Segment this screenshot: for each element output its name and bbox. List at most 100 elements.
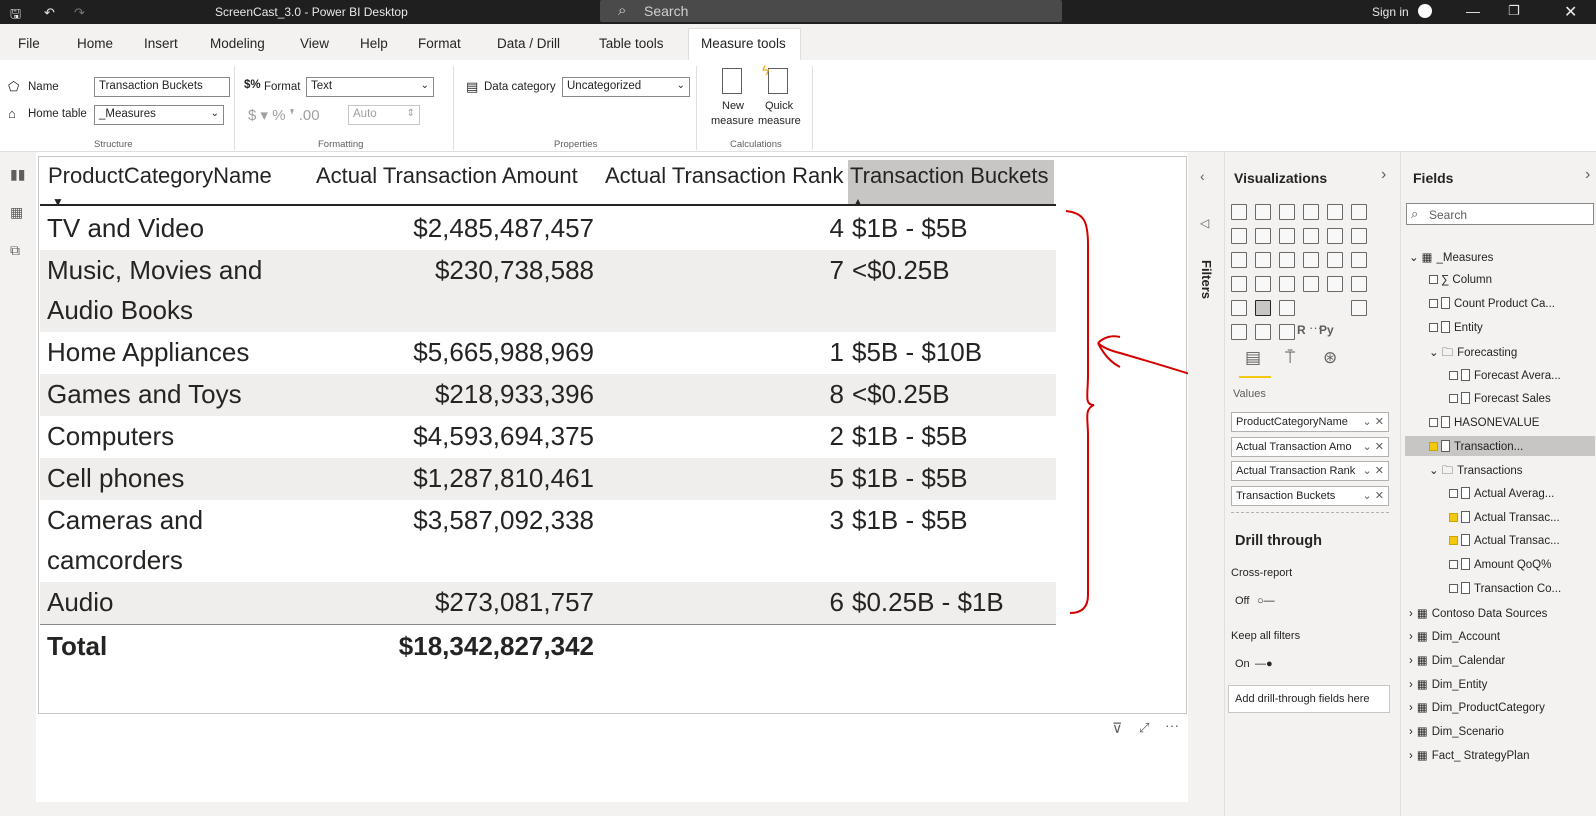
chevron-right-icon[interactable]: ›: [1585, 166, 1590, 184]
field-checkbox[interactable]: [1449, 489, 1458, 498]
filters-label[interactable]: Filters: [1199, 260, 1214, 299]
quick-calculator-icon[interactable]: [768, 68, 788, 94]
table-row[interactable]: TV and Video $2,485,487,457 4 $1B - $5B: [40, 208, 1056, 250]
fields-well-icon[interactable]: ▤: [1245, 348, 1261, 368]
tab-data-drill[interactable]: Data / Drill: [497, 36, 560, 51]
tab-help[interactable]: Help: [360, 36, 388, 51]
well-field-category[interactable]: ProductCategoryName ⌄ ✕: [1231, 412, 1389, 432]
visual-type-icon[interactable]: [1279, 252, 1295, 268]
field-checkbox[interactable]: [1429, 299, 1438, 309]
field-item[interactable]: › ▦ Dim_Calendar: [1409, 653, 1505, 667]
chevron-right-icon[interactable]: ›: [1409, 608, 1413, 620]
tab-file[interactable]: File: [18, 36, 40, 51]
field-item[interactable]: ∑ Column: [1429, 274, 1492, 286]
chevron-right-icon[interactable]: ›: [1381, 166, 1386, 184]
table-row[interactable]: Cell phones $1,287,810,461 5 $1B - $5B: [40, 458, 1056, 500]
tab-table-tools[interactable]: Table tools: [599, 36, 664, 51]
well-field-buckets[interactable]: Transaction Buckets ⌄ ✕: [1231, 486, 1389, 506]
table-row[interactable]: Music, Movies and Audio Books $230,738,588…: [40, 250, 1056, 332]
drill-through-drop-zone[interactable]: Add drill-through fields here: [1228, 685, 1390, 713]
field-item[interactable]: Count Product Ca...: [1429, 297, 1555, 310]
field-item[interactable]: › ▦ Dim_Account: [1409, 629, 1500, 643]
r-visual-icon[interactable]: R: [1297, 323, 1306, 337]
field-item[interactable]: Actual Transac...: [1449, 510, 1560, 524]
field-item[interactable]: › ▦ Fact_ StrategyPlan: [1409, 748, 1530, 762]
tab-modeling[interactable]: Modeling: [210, 36, 265, 51]
visual-type-icon[interactable]: [1351, 204, 1367, 220]
minimize-icon[interactable]: —: [1466, 3, 1480, 19]
chevron-right-icon[interactable]: ›: [1409, 655, 1413, 667]
field-checkbox[interactable]: [1449, 394, 1458, 404]
field-item[interactable]: ⌄ 🗀 Forecasting: [1429, 345, 1517, 364]
field-item[interactable]: Transaction Co...: [1449, 581, 1561, 595]
column-header-amount[interactable]: Actual Transaction Amount: [316, 160, 578, 204]
undo-icon[interactable]: ↶: [44, 5, 55, 21]
field-checkbox[interactable]: [1449, 370, 1458, 380]
column-header-buckets[interactable]: Transaction Buckets ▲: [848, 160, 1054, 209]
chevron-right-icon[interactable]: ›: [1409, 679, 1413, 691]
data-category-select[interactable]: Uncategorized ⌄: [562, 77, 690, 97]
field-item[interactable]: Actual Averag...: [1449, 487, 1554, 500]
field-item[interactable]: Amount QoQ%: [1449, 558, 1551, 571]
restore-icon[interactable]: ❐: [1508, 3, 1520, 19]
field-checkbox[interactable]: [1429, 441, 1438, 451]
visual-type-icon[interactable]: [1351, 228, 1367, 244]
visual-type-icon[interactable]: [1231, 252, 1247, 268]
chevron-down-icon[interactable]: ⌄: [1409, 252, 1419, 264]
visual-type-icon[interactable]: [1279, 300, 1295, 316]
chevron-right-icon[interactable]: ›: [1409, 726, 1413, 738]
analytics-icon[interactable]: ⊛: [1323, 348, 1337, 368]
visual-type-icon[interactable]: [1255, 228, 1271, 244]
field-checkbox[interactable]: [1449, 512, 1458, 522]
more-visuals-icon[interactable]: ···: [1309, 320, 1322, 335]
field-item[interactable]: ⌄ 🗀 Transactions: [1429, 463, 1523, 482]
visual-type-icon[interactable]: [1303, 228, 1319, 244]
visual-type-icon[interactable]: [1351, 276, 1367, 292]
tab-insert[interactable]: Insert: [144, 36, 178, 51]
visual-type-icon[interactable]: [1327, 276, 1343, 292]
visual-type-icon[interactable]: [1303, 276, 1319, 292]
filter-icon[interactable]: ⊽: [1112, 720, 1122, 737]
visual-type-icon[interactable]: [1303, 204, 1319, 220]
visual-type-icon[interactable]: [1279, 324, 1295, 340]
format-paint-roller-icon[interactable]: ⍑: [1285, 348, 1295, 368]
chevron-right-icon[interactable]: ›: [1409, 702, 1413, 714]
name-input[interactable]: Transaction Buckets: [94, 77, 230, 97]
field-item[interactable]: › ▦ Contoso Data Sources: [1409, 606, 1547, 620]
field-checkbox[interactable]: [1429, 417, 1438, 427]
field-checkbox[interactable]: [1429, 323, 1438, 333]
visual-type-icon[interactable]: [1255, 324, 1271, 340]
quick-measure-line2[interactable]: measure: [758, 115, 801, 127]
chevron-right-icon[interactable]: ›: [1409, 750, 1413, 762]
format-select[interactable]: Text ⌄: [306, 77, 434, 97]
calculator-icon[interactable]: [722, 68, 742, 94]
avatar[interactable]: [1418, 4, 1432, 18]
field-item[interactable]: HASONEVALUE: [1429, 415, 1539, 429]
visual-type-icon[interactable]: [1255, 252, 1271, 268]
home-table-select[interactable]: _Measures ⌄: [94, 105, 224, 125]
decimal-places-input[interactable]: Auto ⇕: [348, 105, 420, 125]
column-header-category[interactable]: ProductCategoryName ▼: [48, 160, 272, 209]
filters-pane[interactable]: ‹ ◁ Filters: [1188, 152, 1224, 816]
tab-format[interactable]: Format: [418, 36, 461, 51]
title-search[interactable]: ⌕ Search: [600, 0, 1062, 22]
fields-search-input[interactable]: ⌕ Search: [1406, 203, 1594, 225]
field-item[interactable]: › ▦ Dim_ProductCategory: [1409, 700, 1545, 714]
field-checkbox[interactable]: [1449, 560, 1458, 570]
keep-filters-toggle[interactable]: —●: [1255, 658, 1273, 670]
visual-type-icon[interactable]: [1279, 276, 1295, 292]
visual-type-icon[interactable]: [1231, 300, 1247, 316]
close-icon[interactable]: ✕: [1564, 2, 1577, 22]
visual-type-icon[interactable]: [1279, 204, 1295, 220]
redo-icon[interactable]: ↷: [74, 5, 85, 21]
cross-report-toggle[interactable]: ○—: [1257, 595, 1275, 607]
visual-type-icon[interactable]: [1255, 204, 1271, 220]
column-header-rank[interactable]: Actual Transaction Rank: [605, 160, 843, 204]
remove-field-icon[interactable]: ⌄ ✕: [1363, 489, 1385, 502]
table-visual-icon[interactable]: [1255, 300, 1271, 316]
chevron-right-icon[interactable]: ›: [1409, 631, 1413, 643]
model-view-icon[interactable]: ⧉: [10, 242, 27, 258]
remove-field-icon[interactable]: ⌄ ✕: [1363, 440, 1385, 453]
visual-type-icon[interactable]: [1327, 252, 1343, 268]
visual-type-icon[interactable]: [1303, 252, 1319, 268]
